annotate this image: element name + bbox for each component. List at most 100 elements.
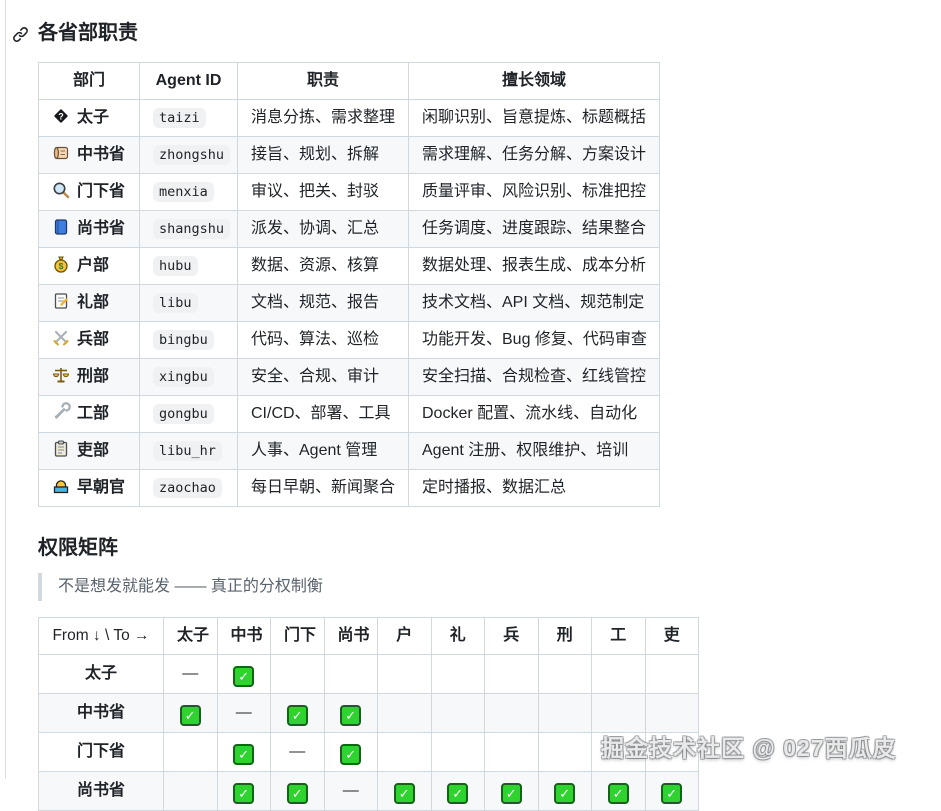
col-header-skills: 擅长领域	[409, 63, 660, 100]
section-heading-duties: 各省部职责	[38, 20, 941, 46]
matrix-col-header: 礼	[431, 618, 485, 655]
department-cell: 早朝官	[39, 470, 140, 507]
dash-self-cell: —	[343, 782, 359, 799]
check-icon	[501, 783, 522, 804]
wrench-icon	[51, 402, 71, 422]
check-icon	[661, 783, 682, 804]
agent-id-code: bingbu	[153, 330, 214, 350]
matrix-cell	[217, 733, 271, 772]
matrix-cell: —	[164, 655, 218, 694]
duty-cell: 人事、Agent 管理	[238, 433, 409, 470]
col-header-agent-id: Agent ID	[140, 63, 238, 100]
agent-id-code: shangshu	[153, 219, 230, 239]
scroll-icon	[51, 143, 71, 163]
skills-cell: 数据处理、报表生成、成本分析	[409, 248, 660, 285]
check-icon	[233, 783, 254, 804]
matrix-cell	[217, 655, 271, 694]
department-name: 刑部	[77, 368, 109, 385]
duty-cell: 消息分拣、需求整理	[238, 100, 409, 137]
agent-id-code: zaochao	[153, 478, 222, 498]
agent-id-cell: taizi	[140, 100, 238, 137]
agent-id-cell: menxia	[140, 174, 238, 211]
dash-self-cell: —	[236, 704, 252, 721]
table-row: 工部gongbuCI/CD、部署、工具Docker 配置、流水线、自动化	[39, 396, 660, 433]
matrix-cell	[431, 772, 485, 811]
matrix-col-header: 兵	[485, 618, 539, 655]
matrix-row: 中书省—	[39, 694, 699, 733]
table-row: 礼部libu文档、规范、报告技术文档、API 文档、规范制定	[39, 285, 660, 322]
matrix-cell	[324, 694, 378, 733]
matrix-cell	[164, 694, 218, 733]
matrix-cell	[485, 694, 539, 733]
agent-id-cell: hubu	[140, 248, 238, 285]
matrix-header-row: From ↓ \ To → 太子中书门下尚书户礼兵刑工吏	[39, 618, 699, 655]
skills-cell: 定时播报、数据汇总	[409, 470, 660, 507]
department-name: 礼部	[77, 294, 109, 311]
table-row: ? 太子 taizi消息分拣、需求整理闲聊识别、旨意提炼、标题概括	[39, 100, 660, 137]
table-row: 吏部libu_hr人事、Agent 管理Agent 注册、权限维护、培训	[39, 433, 660, 470]
table-row: 刑部xingbu安全、合规、审计安全扫描、合规检查、红线管控	[39, 359, 660, 396]
matrix-cell	[378, 772, 432, 811]
skills-cell: Agent 注册、权限维护、培训	[409, 433, 660, 470]
sunrise-icon	[51, 476, 71, 496]
col-header-duty: 职责	[238, 63, 409, 100]
table-row: 门下省 menxia 审议、把关、封驳质量评审、风险识别、标准把控	[39, 174, 660, 211]
check-icon	[554, 783, 575, 804]
matrix-col-header: 吏	[645, 618, 699, 655]
watermark: 掘金技术社区 @ 027西瓜皮	[601, 729, 897, 763]
check-icon	[287, 783, 308, 804]
skills-cell: 质量评审、风险识别、标准把控	[409, 174, 660, 211]
department-cell: ? 太子	[39, 100, 140, 137]
matrix-cell	[538, 655, 592, 694]
department-cell: 尚书省	[39, 211, 140, 248]
skills-cell: 闲聊识别、旨意提炼、标题概括	[409, 100, 660, 137]
department-cell: 中书省	[39, 137, 140, 174]
skills-cell: 任务调度、进度跟踪、结果整合	[409, 211, 660, 248]
heading-text: 权限矩阵	[38, 537, 118, 559]
section-heading-matrix: 权限矩阵	[38, 535, 941, 561]
duty-cell: 派发、协调、汇总	[238, 211, 409, 248]
matrix-cell	[378, 733, 432, 772]
agent-id-cell: xingbu	[140, 359, 238, 396]
matrix-cell	[485, 655, 539, 694]
table-row: $户部hubu数据、资源、核算数据处理、报表生成、成本分析	[39, 248, 660, 285]
department-cell: 工部	[39, 396, 140, 433]
department-name: 太子	[77, 109, 109, 126]
department-name: 吏部	[77, 442, 109, 459]
blockquote-text: 不是想发就能发 —— 真正的分权制衡	[58, 578, 323, 595]
department-name: 户部	[77, 257, 109, 274]
matrix-col-header: 中书	[217, 618, 271, 655]
matrix-col-header: 户	[378, 618, 432, 655]
matrix-col-header: 尚书	[324, 618, 378, 655]
department-cell: 兵部	[39, 322, 140, 359]
matrix-cell	[431, 655, 485, 694]
heading-text: 各省部职责	[38, 22, 138, 44]
table-row: 中书省zhongshu接旨、规划、拆解需求理解、任务分解、方案设计	[39, 137, 660, 174]
department-cell: 门下省	[39, 174, 140, 211]
skills-cell: 需求理解、任务分解、方案设计	[409, 137, 660, 174]
matrix-cell	[485, 772, 539, 811]
table-row: 早朝官zaochao每日早朝、新闻聚合定时播报、数据汇总	[39, 470, 660, 507]
department-cell: 刑部	[39, 359, 140, 396]
dash-self-cell: —	[182, 665, 198, 682]
permission-matrix-table: From ↓ \ To → 太子中书门下尚书户礼兵刑工吏 太子—中书省—门下省—…	[38, 617, 699, 811]
matrix-cell	[431, 733, 485, 772]
skills-cell: 功能开发、Bug 修复、代码审查	[409, 322, 660, 359]
matrix-cell: —	[217, 694, 271, 733]
money-bag-icon: $	[51, 254, 71, 274]
agent-id-cell: shangshu	[140, 211, 238, 248]
crossed-swords-icon	[51, 328, 71, 348]
matrix-cell	[271, 694, 325, 733]
matrix-cell	[217, 772, 271, 811]
heading-anchor-link[interactable]	[12, 24, 29, 41]
agent-id-code: menxia	[153, 182, 214, 202]
department-name: 中书省	[77, 146, 125, 163]
col-header-department: 部门	[39, 63, 140, 100]
department-name: 兵部	[77, 331, 109, 348]
magnifying-glass-icon	[51, 180, 71, 200]
matrix-col-header: 门下	[271, 618, 325, 655]
memo-icon	[51, 291, 71, 311]
duty-cell: 审议、把关、封驳	[238, 174, 409, 211]
matrix-cell	[378, 655, 432, 694]
svg-text:?: ?	[58, 112, 64, 122]
